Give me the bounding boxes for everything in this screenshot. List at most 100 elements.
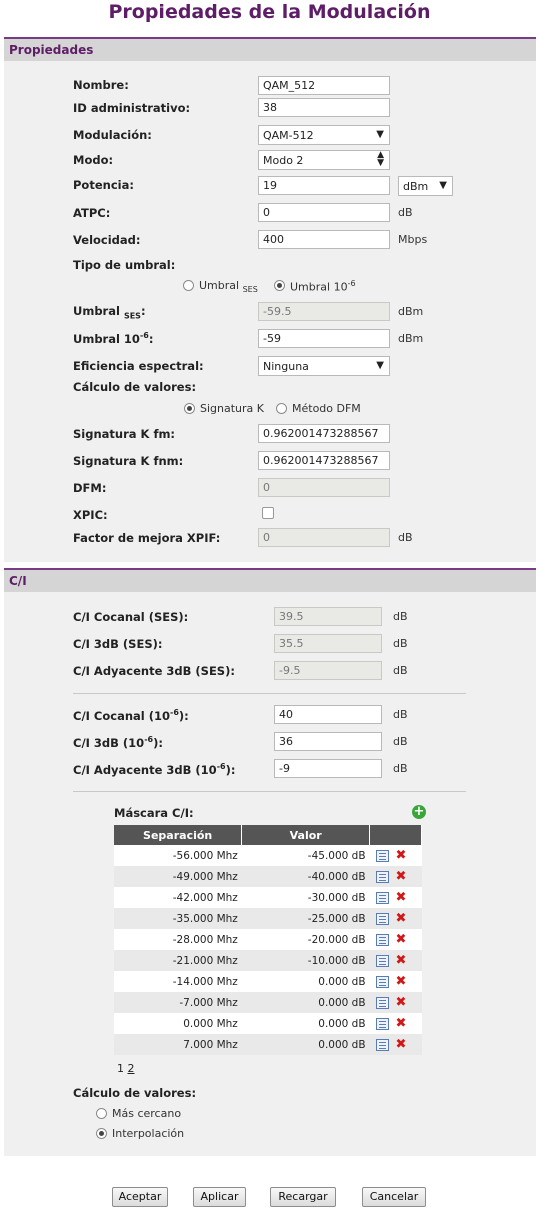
ci-adyacente-10-unit: dB bbox=[393, 762, 408, 775]
separacion-cell: -28.000 Mhz bbox=[114, 929, 242, 950]
divider bbox=[73, 693, 466, 694]
umbral-ses-label: Umbral SES: bbox=[73, 304, 146, 321]
xpic-checkbox[interactable] bbox=[262, 507, 274, 519]
xpic-label: XPIC: bbox=[73, 508, 108, 522]
delete-icon[interactable]: ✖ bbox=[396, 849, 407, 862]
edit-icon[interactable] bbox=[375, 870, 389, 883]
interpolacion-radio[interactable] bbox=[96, 1128, 107, 1139]
separacion-cell: -56.000 Mhz bbox=[114, 845, 242, 866]
potencia-label: Potencia: bbox=[73, 178, 134, 192]
delete-icon[interactable]: ✖ bbox=[396, 996, 407, 1009]
ci-cocanal-ses-input: 39.5 bbox=[274, 607, 382, 626]
edit-icon[interactable] bbox=[375, 1038, 389, 1051]
col-actions bbox=[369, 825, 422, 845]
umbral-10-label: Umbral 10-6: bbox=[73, 331, 154, 346]
actions-cell: ✖ bbox=[369, 929, 422, 950]
velocidad-input[interactable]: 400 bbox=[258, 230, 390, 249]
actions-cell: ✖ bbox=[369, 866, 422, 887]
id-admin-input[interactable]: 38 bbox=[258, 98, 390, 117]
col-valor[interactable]: Valor bbox=[241, 825, 371, 845]
sigk-fm-input[interactable]: 0.962001473288567 bbox=[258, 424, 390, 443]
velocidad-label: Velocidad: bbox=[73, 233, 141, 247]
metodo-dfm-radio-label: Método DFM bbox=[292, 402, 361, 415]
modo-spinner[interactable]: Modo 2 ▲ ▼ bbox=[258, 150, 390, 170]
actions-cell: ✖ bbox=[369, 950, 422, 971]
mask-table: Separación Valor -56.000 Mhz -45.000 dB ✖ -… bbox=[114, 825, 422, 1055]
nombre-label: Nombre: bbox=[73, 78, 129, 92]
delete-icon[interactable]: ✖ bbox=[396, 912, 407, 925]
atpc-input[interactable]: 0 bbox=[258, 203, 390, 222]
mask-label: Máscara C/I: bbox=[114, 806, 194, 820]
table-row: 0.000 Mhz 0.000 dB ✖ bbox=[114, 1013, 422, 1034]
sigk-fnm-input[interactable]: 0.962001473288567 bbox=[258, 451, 390, 470]
tipo-umbral-label: Tipo de umbral: bbox=[73, 258, 176, 272]
table-row: -14.000 Mhz 0.000 dB ✖ bbox=[114, 971, 422, 992]
ci-adyacente-ses-label: C/I Adyacente 3dB (SES): bbox=[73, 664, 235, 678]
valor-cell: -20.000 dB bbox=[241, 929, 370, 950]
delete-icon[interactable]: ✖ bbox=[396, 933, 407, 946]
apply-button[interactable]: Aplicar bbox=[193, 1187, 246, 1207]
umbral-10-input[interactable]: -59 bbox=[258, 329, 390, 348]
table-row: -49.000 Mhz -40.000 dB ✖ bbox=[114, 866, 422, 887]
atpc-unit: dB bbox=[398, 206, 413, 219]
cancel-button[interactable]: Cancelar bbox=[362, 1187, 426, 1207]
add-icon[interactable]: + bbox=[412, 805, 426, 819]
modulacion-select[interactable]: QAM-512 ▼ bbox=[258, 125, 390, 145]
edit-icon[interactable] bbox=[375, 975, 389, 988]
ci-3db-ses-input: 35.5 bbox=[274, 634, 382, 653]
xpif-input: 0 bbox=[258, 528, 390, 547]
edit-icon[interactable] bbox=[375, 933, 389, 946]
velocidad-unit: Mbps bbox=[398, 233, 428, 246]
page-title: Propiedades de la Modulación bbox=[108, 1, 431, 23]
id-admin-label: ID administrativo: bbox=[73, 101, 191, 115]
delete-icon[interactable]: ✖ bbox=[396, 1038, 407, 1051]
separacion-cell: -7.000 Mhz bbox=[114, 992, 242, 1013]
pagination: 1 2 bbox=[117, 1062, 135, 1075]
atpc-label: ATPC: bbox=[73, 206, 111, 220]
edit-icon[interactable] bbox=[375, 849, 389, 862]
delete-icon[interactable]: ✖ bbox=[396, 891, 407, 904]
ci-3db-10-unit: dB bbox=[393, 735, 408, 748]
edit-icon[interactable] bbox=[375, 1017, 389, 1030]
ci-3db-10-input[interactable]: 36 bbox=[274, 732, 382, 751]
delete-icon[interactable]: ✖ bbox=[396, 870, 407, 883]
accept-button[interactable]: Aceptar bbox=[112, 1187, 168, 1207]
chevron-down-icon: ▼ bbox=[376, 360, 384, 371]
metodo-dfm-radio[interactable] bbox=[276, 403, 287, 414]
page-2-link[interactable]: 2 bbox=[128, 1062, 135, 1075]
delete-icon[interactable]: ✖ bbox=[396, 975, 407, 988]
actions-cell: ✖ bbox=[369, 887, 422, 908]
delete-icon[interactable]: ✖ bbox=[396, 1017, 407, 1030]
edit-icon[interactable] bbox=[375, 996, 389, 1009]
valor-cell: -25.000 dB bbox=[241, 908, 370, 929]
calculo-label: Cálculo de valores: bbox=[73, 380, 197, 394]
edit-icon[interactable] bbox=[375, 891, 389, 904]
potencia-input[interactable]: 19 bbox=[258, 176, 390, 195]
ci-cocanal-ses-label: C/I Cocanal (SES): bbox=[73, 610, 189, 624]
umbral-ses-radio[interactable] bbox=[183, 280, 194, 291]
edit-icon[interactable] bbox=[375, 912, 389, 925]
umbral-10-radio[interactable] bbox=[274, 280, 285, 291]
actions-cell: ✖ bbox=[369, 992, 422, 1013]
chevron-down-icon: ▼ bbox=[439, 180, 447, 191]
delete-icon[interactable]: ✖ bbox=[396, 954, 407, 967]
ci-3db-ses-label: C/I 3dB (SES): bbox=[73, 637, 163, 651]
actions-cell: ✖ bbox=[369, 1013, 422, 1034]
edit-icon[interactable] bbox=[375, 954, 389, 967]
ci-adyacente-10-input[interactable]: -9 bbox=[274, 759, 382, 778]
ci-cocanal-10-label: C/I Cocanal (10-6): bbox=[73, 708, 189, 723]
ci-3db-ses-unit: dB bbox=[393, 637, 408, 650]
reload-button[interactable]: Recargar bbox=[270, 1187, 336, 1207]
umbral-ses-radio-label: Umbral SES bbox=[199, 279, 258, 295]
eficiencia-select[interactable]: Ninguna ▼ bbox=[258, 356, 390, 376]
spinner-arrows-icon[interactable]: ▲ ▼ bbox=[377, 151, 384, 168]
ci-cocanal-10-input[interactable]: 40 bbox=[274, 705, 382, 724]
xpif-label: Factor de mejora XPIF: bbox=[73, 531, 221, 545]
nombre-input[interactable]: QAM_512 bbox=[258, 76, 390, 95]
col-separacion[interactable]: Separación bbox=[114, 825, 243, 845]
umbral-ses-unit: dBm bbox=[398, 305, 424, 318]
signatura-k-radio[interactable] bbox=[184, 403, 195, 414]
mas-cercano-radio[interactable] bbox=[96, 1108, 107, 1119]
potencia-unit-select[interactable]: dBm ▼ bbox=[398, 176, 453, 196]
ci-3db-10-label: C/I 3dB (10-6): bbox=[73, 735, 163, 750]
